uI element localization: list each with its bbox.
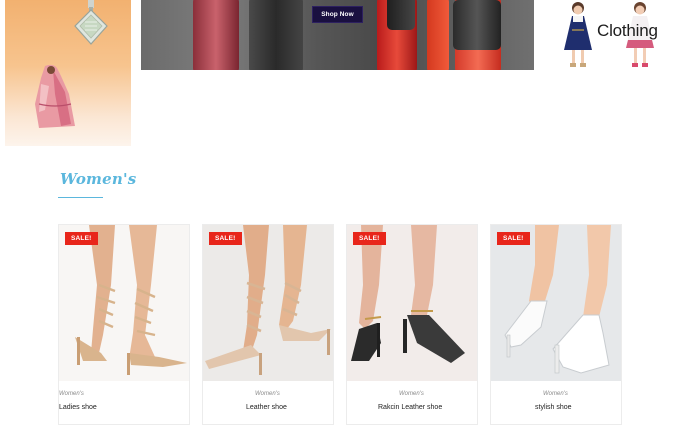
product-image-ladies-shoe [59, 225, 189, 381]
product-name[interactable]: Rakcin Leather shoe [378, 404, 442, 411]
sale-badge: SALE! [353, 232, 386, 245]
product-card[interactable]: SALE! Women's Ladies shoe [58, 224, 190, 425]
sale-badge: SALE! [497, 232, 530, 245]
product-card[interactable]: SALE! Women's Rakcin Leather shoe [346, 224, 478, 425]
lipstick-cap-image [387, 0, 415, 30]
lipstick-image [193, 0, 239, 70]
product-image-leather-shoe [203, 225, 333, 381]
shop-now-button[interactable]: Shop Now [312, 6, 363, 23]
lipstick-image [427, 0, 449, 70]
perfume-bottle-image [74, 0, 108, 45]
product-category[interactable]: Women's [399, 391, 424, 397]
clothing-label: Clothing [597, 21, 658, 40]
product-name[interactable]: Leather shoe [246, 404, 287, 411]
product-card[interactable]: SALE! Women's Leather shoe [202, 224, 334, 425]
product-category[interactable]: Women's [59, 391, 84, 397]
section-title-underline [58, 197, 103, 198]
promo-banner-left[interactable] [5, 0, 131, 146]
lipstick-image [249, 0, 303, 70]
product-name[interactable]: Ladies shoe [59, 404, 97, 411]
sale-badge: SALE! [209, 232, 242, 245]
product-category[interactable]: Women's [543, 391, 568, 397]
product-name[interactable]: stylish shoe [535, 404, 572, 411]
product-image-rakcin-leather-shoe [347, 225, 477, 381]
product-image-stylish-shoe [491, 225, 621, 381]
hero-banner[interactable]: Shop Now [141, 0, 534, 70]
promo-banner-clothing[interactable]: Clothing [548, 0, 668, 71]
lipstick-cap-image [453, 0, 501, 50]
sale-badge: SALE! [65, 232, 98, 245]
product-card[interactable]: SALE! Women's stylish shoe [490, 224, 622, 425]
product-category[interactable]: Women's [255, 391, 280, 397]
saree-image [35, 64, 75, 128]
section-title-womens: Women's [60, 170, 137, 188]
